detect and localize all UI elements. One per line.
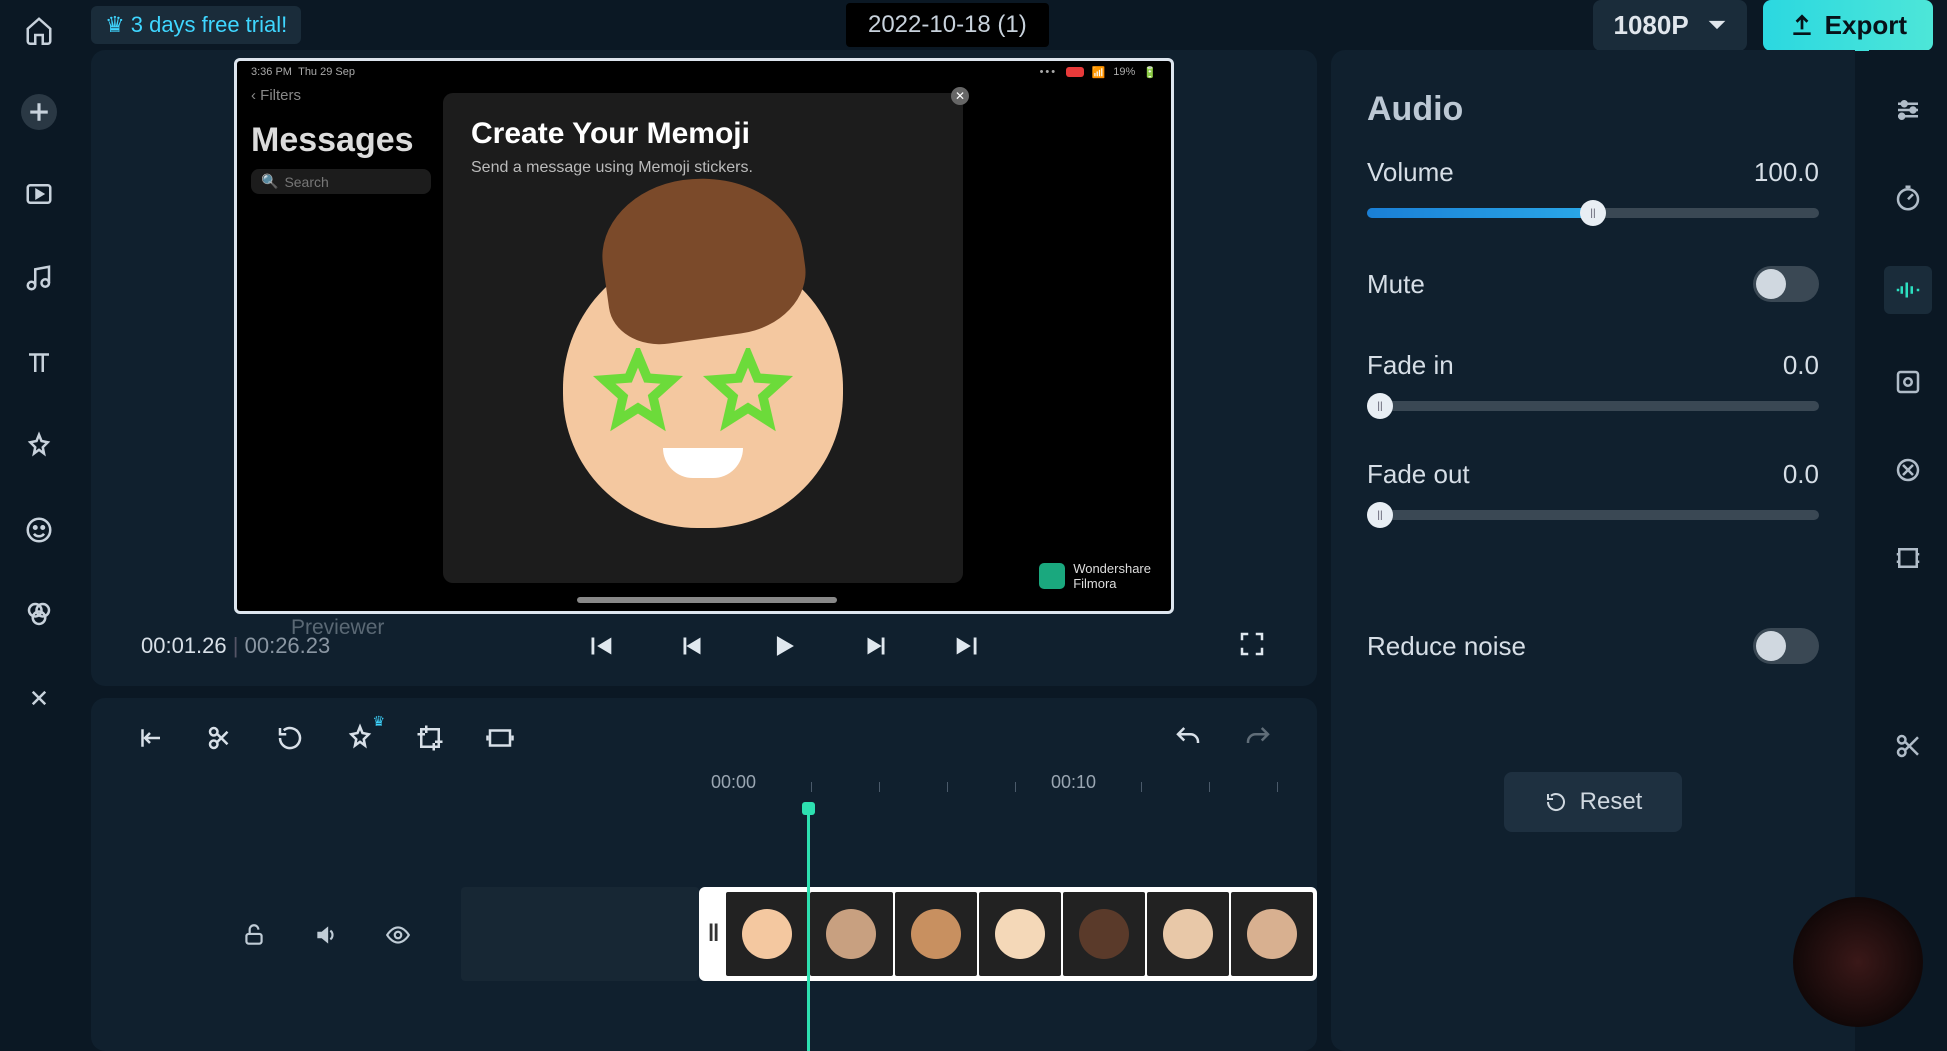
frame-forward-button[interactable] [858, 628, 894, 664]
crop-button[interactable] [413, 721, 447, 755]
video-clip[interactable]: ‖ [699, 887, 1317, 981]
export-label: Export [1825, 10, 1907, 41]
playhead[interactable] [807, 802, 810, 1051]
audio-panel: Audio Volume 100.0 || Mute Fade in 0.0 [1331, 50, 1855, 1051]
stock-media-icon[interactable] [19, 174, 59, 214]
frame-back-button[interactable] [674, 628, 710, 664]
adjust-icon[interactable] [1888, 90, 1928, 130]
audio-tab-icon[interactable] [1884, 266, 1932, 314]
add-media-button[interactable] [21, 94, 57, 130]
skip-end-button[interactable] [950, 628, 986, 664]
watermark: WondershareFilmora [1039, 561, 1151, 591]
fullscreen-button[interactable] [1237, 629, 1267, 664]
close-icon: ✕ [951, 87, 969, 105]
play-button[interactable] [766, 628, 802, 664]
volume-slider[interactable]: || [1367, 208, 1819, 218]
volume-value: 100.0 [1754, 157, 1819, 188]
clip-thumb [1063, 892, 1145, 976]
top-bar: ♛ 3 days free trial! 2022-10-18 (1) 1080… [77, 0, 1947, 50]
panel-title: Audio [1367, 90, 1819, 129]
memoji-card: Create Your Memoji Send a message using … [443, 93, 963, 583]
clip-thumb [726, 892, 808, 976]
recording-indicator-icon [1066, 67, 1084, 77]
undo-button[interactable] [1171, 721, 1205, 755]
previewer-label: Previewer [291, 616, 384, 640]
ios-messages-heading: Messages [251, 121, 414, 160]
clip-thumb [895, 892, 977, 976]
skip-start-button[interactable] [582, 628, 618, 664]
resolution-dropdown[interactable]: 1080P [1593, 0, 1746, 51]
fadein-label: Fade in [1367, 350, 1454, 381]
fadeout-label: Fade out [1367, 459, 1470, 490]
trial-badge[interactable]: ♛ 3 days free trial! [91, 6, 301, 44]
fadein-slider[interactable]: || [1367, 401, 1819, 411]
reset-icon [1544, 790, 1568, 814]
video-preview: 3:36 PM Thu 29 Sep ••• 📶19%🔋 ‹ Filters M… [234, 58, 1174, 614]
ios-back-nav: ‹ Filters [251, 87, 301, 104]
aspect-button[interactable] [483, 721, 517, 755]
redo-button[interactable] [1241, 721, 1275, 755]
home-icon[interactable] [19, 10, 59, 50]
snap-start-button[interactable] [133, 721, 167, 755]
stickers-icon[interactable] [19, 510, 59, 550]
rotate-button[interactable] [273, 721, 307, 755]
text-icon[interactable] [19, 342, 59, 382]
transitions-icon[interactable] [19, 678, 59, 718]
trial-text: 3 days free trial! [131, 12, 288, 38]
cut-icon[interactable] [1888, 726, 1928, 766]
noise-toggle[interactable] [1753, 628, 1819, 664]
visibility-track-button[interactable] [385, 922, 415, 952]
noise-label: Reduce noise [1367, 631, 1526, 662]
clip-thumb [979, 892, 1061, 976]
clip-thumb [1147, 892, 1229, 976]
mute-toggle[interactable] [1753, 266, 1819, 302]
chevron-down-icon [1707, 18, 1727, 32]
ios-search-field: 🔍Search [251, 169, 431, 194]
pip-icon[interactable] [1888, 450, 1928, 490]
timeline-ruler[interactable]: 00:00 00:10 00:20 [91, 772, 1317, 802]
memoji-avatar [471, 177, 935, 559]
crown-badge-icon: ♛ [372, 713, 385, 730]
effects-icon[interactable] [19, 426, 59, 466]
timeline-panel: ♛ 00:00 00:10 [91, 698, 1317, 1051]
brand-overlay [1793, 897, 1923, 1027]
clip-thumb [1231, 892, 1313, 976]
ios-status-bar: 3:36 PM Thu 29 Sep ••• 📶19%🔋 [237, 61, 1171, 83]
filters-icon[interactable] [19, 594, 59, 634]
fadein-value: 0.0 [1783, 350, 1819, 381]
music-icon[interactable] [19, 258, 59, 298]
mute-track-button[interactable] [313, 922, 343, 952]
volume-label: Volume [1367, 157, 1454, 188]
card-title: Create Your Memoji [471, 117, 935, 151]
magic-button[interactable]: ♛ [343, 721, 377, 755]
timeline-toolbar: ♛ [91, 712, 1317, 764]
fadeout-slider[interactable]: || [1367, 510, 1819, 520]
left-sidebar [0, 0, 77, 1051]
lock-track-button[interactable] [241, 922, 271, 952]
resolution-value: 1080P [1613, 10, 1688, 41]
clip-handle-left[interactable]: ‖ [703, 891, 724, 977]
filmora-logo-icon [1039, 563, 1065, 589]
split-button[interactable] [203, 721, 237, 755]
color-icon[interactable] [1888, 362, 1928, 402]
timeline-tracks[interactable]: ‖ [91, 802, 1317, 1051]
fadeout-value: 0.0 [1783, 459, 1819, 490]
card-subtitle: Send a message using Memoji stickers. [471, 159, 935, 177]
clip-thumb [810, 892, 892, 976]
reset-button[interactable]: Reset [1504, 772, 1683, 832]
export-button[interactable]: Export [1763, 0, 1933, 51]
preview-panel: 3:36 PM Thu 29 Sep ••• 📶19%🔋 ‹ Filters M… [91, 50, 1317, 686]
crown-icon: ♛ [105, 12, 125, 38]
canvas-icon[interactable] [1888, 538, 1928, 578]
speed-icon[interactable] [1888, 178, 1928, 218]
upload-icon [1789, 12, 1815, 38]
mute-label: Mute [1367, 269, 1425, 300]
project-title: 2022-10-18 (1) [846, 3, 1049, 47]
